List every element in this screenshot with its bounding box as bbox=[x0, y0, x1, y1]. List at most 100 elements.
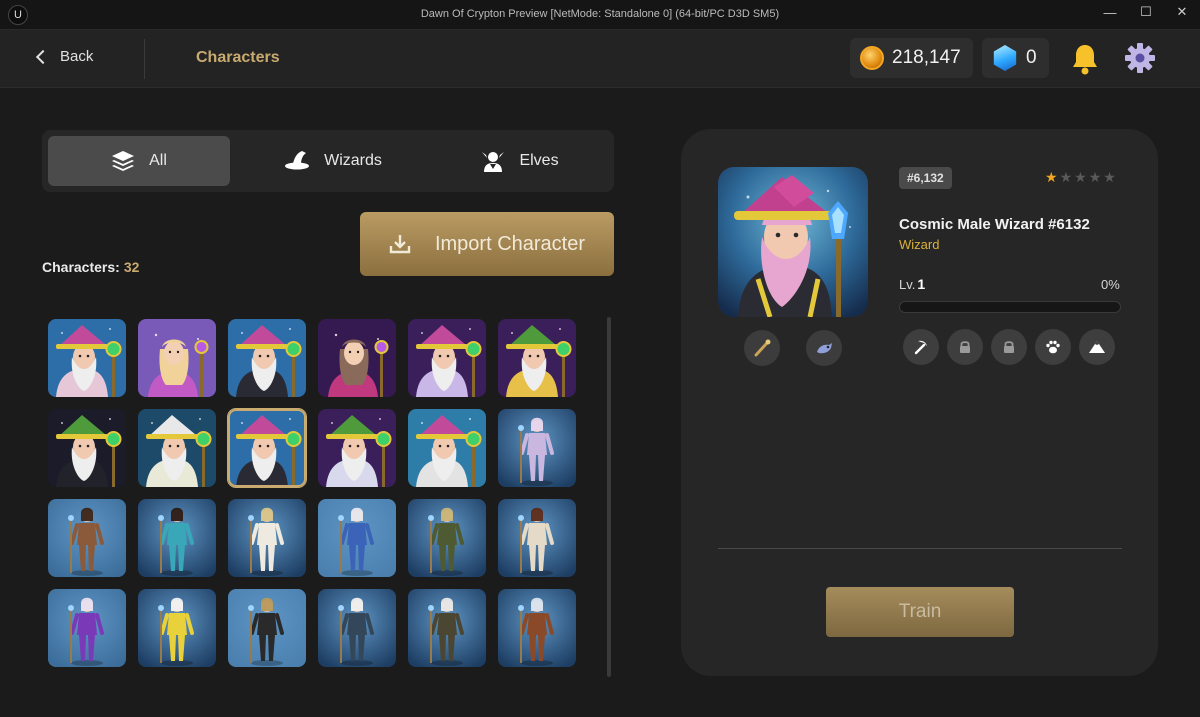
character-card[interactable] bbox=[138, 319, 216, 397]
character-card[interactable] bbox=[48, 589, 126, 667]
character-card[interactable] bbox=[498, 319, 576, 397]
pickaxe-icon bbox=[914, 340, 927, 355]
character-card[interactable] bbox=[318, 589, 396, 667]
character-card[interactable] bbox=[48, 409, 126, 487]
layers-icon bbox=[112, 151, 135, 171]
gem-balance[interactable]: 0 bbox=[982, 38, 1049, 78]
character-card[interactable] bbox=[318, 319, 396, 397]
character-card[interactable] bbox=[498, 409, 576, 487]
character-card[interactable] bbox=[228, 319, 306, 397]
detail-divider bbox=[718, 548, 1122, 549]
character-count-value: 32 bbox=[123, 259, 140, 275]
xp-progress-bar bbox=[899, 301, 1121, 313]
paw-icon bbox=[1046, 340, 1060, 354]
token-id-badge: #6,132 bbox=[899, 167, 952, 189]
gear-icon[interactable] bbox=[1124, 42, 1156, 74]
character-count-label: Characters: bbox=[42, 259, 120, 275]
coin-balance[interactable]: 218,147 bbox=[850, 38, 973, 78]
grid-scrollbar[interactable] bbox=[607, 317, 611, 677]
elf-portrait bbox=[138, 499, 216, 577]
character-card[interactable] bbox=[48, 499, 126, 577]
character-portrait bbox=[718, 167, 868, 317]
staff-icon bbox=[754, 339, 771, 357]
wizard-portrait bbox=[228, 319, 306, 397]
wizard-portrait bbox=[48, 409, 126, 487]
skill-slot-pet[interactable] bbox=[1035, 329, 1071, 365]
sorceress-portrait bbox=[318, 319, 396, 397]
tab-all[interactable]: All bbox=[48, 136, 230, 186]
mountain-icon bbox=[1089, 341, 1105, 353]
sorceress-portrait bbox=[138, 319, 216, 397]
skill-slot-mining[interactable] bbox=[903, 329, 939, 365]
character-card[interactable] bbox=[138, 589, 216, 667]
minimize-button[interactable]: — bbox=[1092, 0, 1128, 24]
level-value: 1 bbox=[917, 276, 926, 292]
page-title: Characters bbox=[196, 49, 280, 66]
elf-portrait bbox=[228, 499, 306, 577]
character-card[interactable] bbox=[228, 409, 306, 487]
elf-portrait bbox=[228, 589, 306, 667]
window-titlebar: U Dawn Of Crypton Preview [NetMode: Stan… bbox=[0, 0, 1200, 30]
level-label: Lv. 1 bbox=[899, 276, 925, 292]
star-empty-icon: ★ bbox=[1059, 169, 1073, 185]
xp-percent: 0% bbox=[1101, 277, 1120, 292]
lock-icon bbox=[960, 341, 970, 353]
elf-portrait bbox=[48, 589, 126, 667]
skill-slot-locked-2[interactable] bbox=[991, 329, 1027, 365]
character-class: Wizard bbox=[899, 237, 940, 252]
character-card[interactable] bbox=[138, 409, 216, 487]
skill-slot-terrain[interactable] bbox=[1079, 329, 1115, 365]
gem-amount: 0 bbox=[1026, 47, 1037, 68]
character-list-pane: All Wizards Elves Import Character Chara… bbox=[0, 89, 650, 717]
close-button[interactable]: ✕ bbox=[1164, 0, 1200, 24]
character-card[interactable] bbox=[408, 499, 486, 577]
elf-icon bbox=[482, 152, 505, 172]
rarity-stars: ★ ★ ★ ★ ★ bbox=[1045, 169, 1116, 185]
elf-portrait bbox=[138, 589, 216, 667]
skill-slot-locked-1[interactable] bbox=[947, 329, 983, 365]
tab-elves[interactable]: Elves bbox=[432, 136, 608, 186]
tab-wizards-label: Wizards bbox=[324, 152, 382, 169]
character-card[interactable] bbox=[498, 589, 576, 667]
character-detail-panel: #6,132 ★ ★ ★ ★ ★ Cosmic Male Wizard #6132 Wi… bbox=[681, 129, 1158, 676]
tab-wizards[interactable]: Wizards bbox=[242, 136, 424, 186]
lock-icon bbox=[1004, 341, 1014, 353]
wizard-portrait bbox=[408, 409, 486, 487]
character-card[interactable] bbox=[408, 589, 486, 667]
bell-icon[interactable] bbox=[1070, 42, 1100, 76]
elf-portrait bbox=[498, 589, 576, 667]
wizard-portrait bbox=[138, 409, 216, 487]
character-card[interactable] bbox=[408, 409, 486, 487]
elf-portrait bbox=[498, 409, 576, 487]
import-character-button[interactable]: Import Character bbox=[360, 212, 614, 276]
elf-portrait bbox=[318, 589, 396, 667]
gem-icon bbox=[993, 45, 1017, 71]
level-prefix: Lv. bbox=[899, 277, 916, 292]
pet-slot-button[interactable] bbox=[806, 330, 842, 366]
character-card[interactable] bbox=[408, 319, 486, 397]
weapon-slot-button[interactable] bbox=[744, 330, 780, 366]
character-card[interactable] bbox=[228, 499, 306, 577]
character-card[interactable] bbox=[228, 589, 306, 667]
top-bar: Back Characters 218,147 0 bbox=[0, 30, 1200, 88]
coin-icon bbox=[860, 46, 884, 70]
header-divider bbox=[144, 39, 145, 79]
star-filled-icon: ★ bbox=[1045, 169, 1058, 185]
character-card[interactable] bbox=[318, 499, 396, 577]
window-controls: — ☐ ✕ bbox=[1092, 0, 1200, 30]
character-card[interactable] bbox=[138, 499, 216, 577]
elf-portrait bbox=[408, 589, 486, 667]
maximize-button[interactable]: ☐ bbox=[1128, 0, 1164, 24]
window-title: Dawn Of Crypton Preview [NetMode: Standa… bbox=[420, 8, 780, 20]
character-card[interactable] bbox=[498, 499, 576, 577]
character-card[interactable] bbox=[48, 319, 126, 397]
back-button[interactable]: Back bbox=[35, 48, 93, 65]
character-card[interactable] bbox=[318, 409, 396, 487]
filter-tabs: All Wizards Elves bbox=[42, 130, 614, 192]
train-button[interactable]: Train bbox=[826, 587, 1014, 637]
star-empty-icon: ★ bbox=[1088, 169, 1102, 185]
elf-portrait bbox=[408, 499, 486, 577]
elf-portrait bbox=[48, 499, 126, 577]
chevron-left-icon bbox=[35, 49, 51, 65]
creature-icon bbox=[817, 343, 832, 354]
